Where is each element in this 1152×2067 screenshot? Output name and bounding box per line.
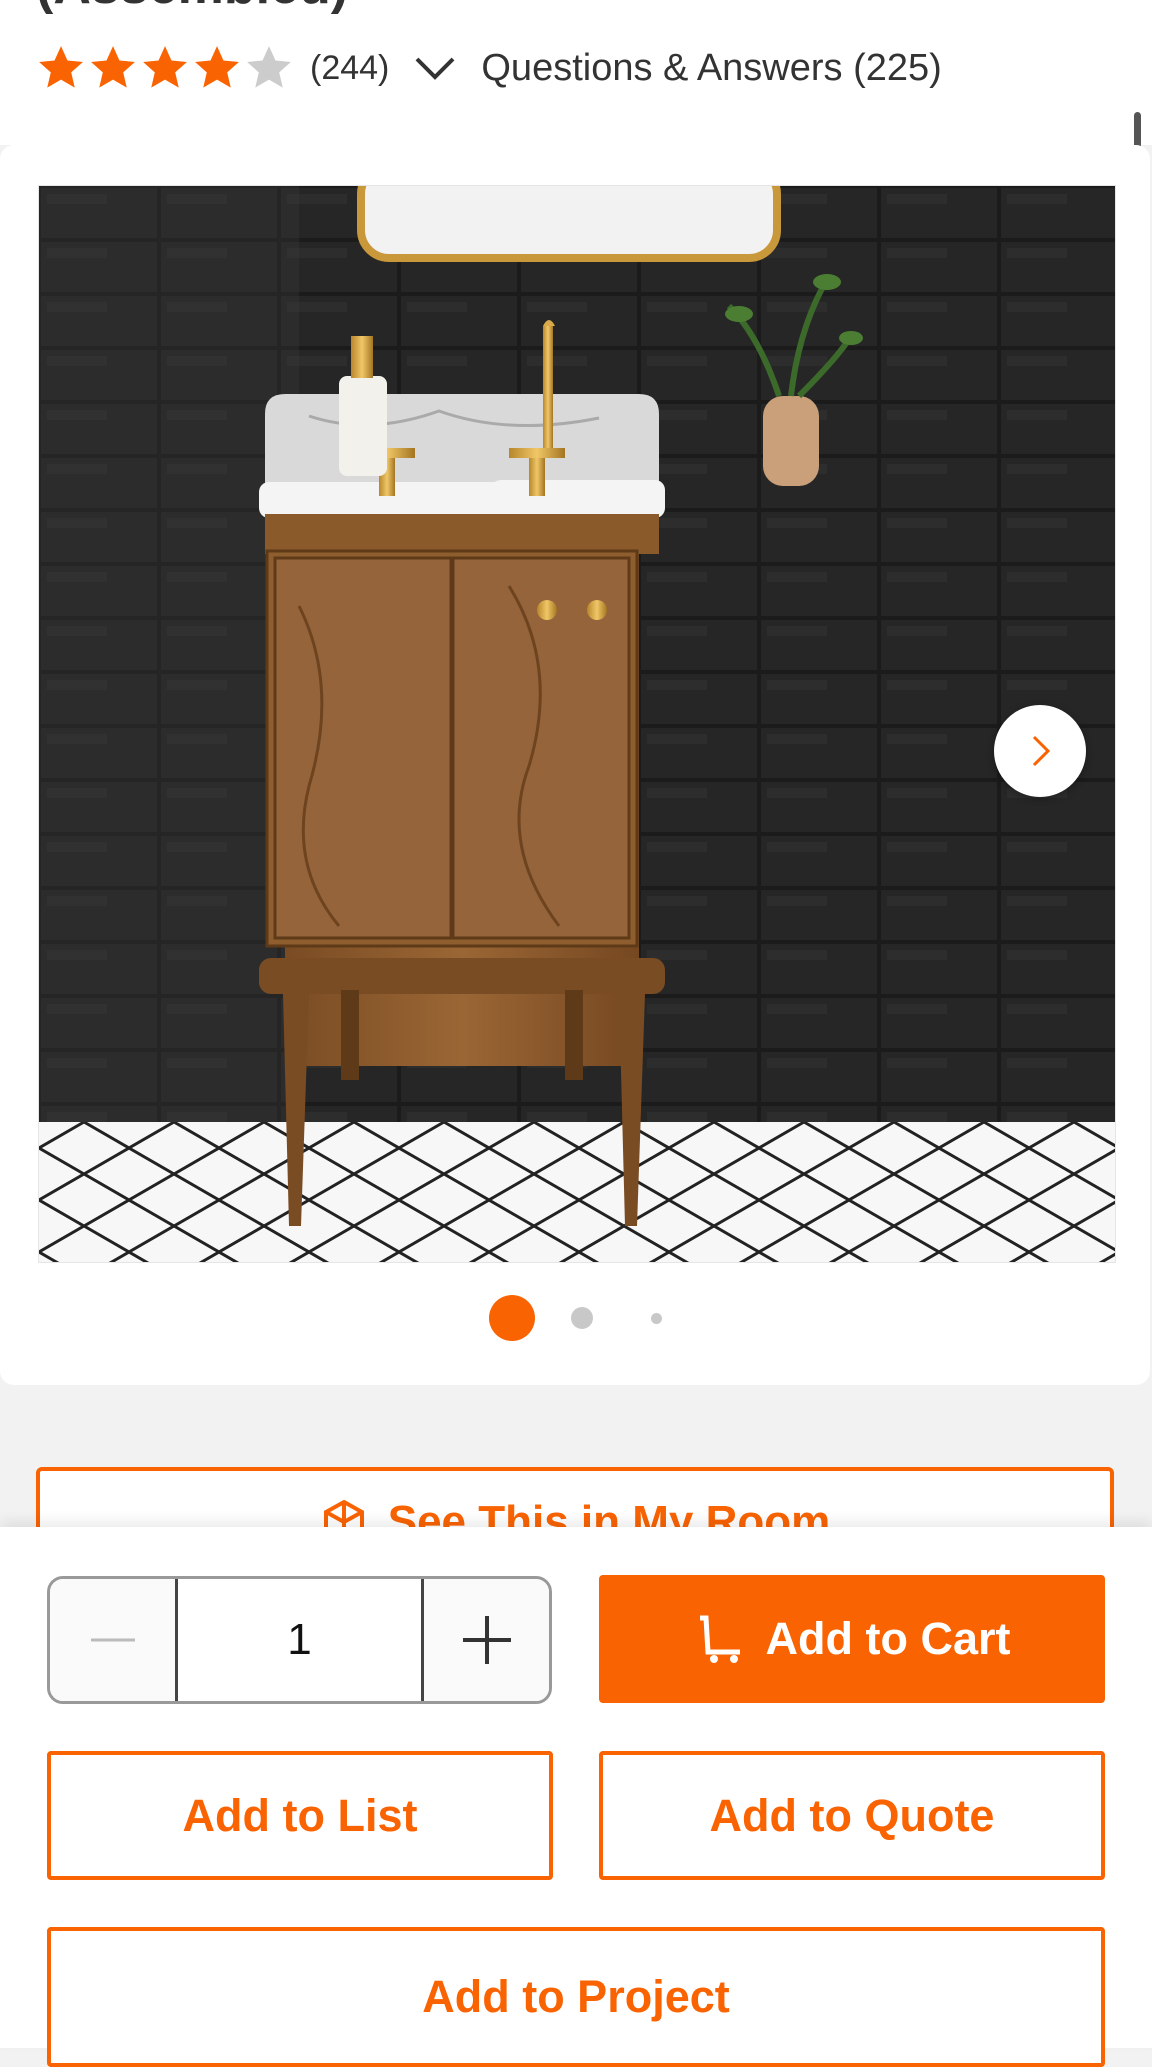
product-title: (Assembled) — [36, 0, 348, 16]
review-count[interactable]: (244) — [310, 49, 389, 88]
star-filled-icon — [143, 46, 187, 88]
rating-row: (244) Questions & Answers (225) — [36, 38, 942, 98]
gallery-pagination — [0, 1295, 1150, 1341]
gallery-next-button[interactable] — [994, 705, 1086, 797]
star-filled-icon — [91, 46, 135, 88]
add-to-list-button[interactable]: Add to List — [47, 1751, 553, 1880]
image-gallery — [0, 145, 1150, 1385]
quantity-stepper[interactable] — [47, 1576, 552, 1704]
star-filled-icon — [195, 46, 239, 88]
star-empty-icon — [247, 46, 291, 88]
add-to-cart-label: Add to Cart — [765, 1613, 1011, 1664]
decrease-quantity-button[interactable] — [50, 1579, 178, 1701]
chevron-down-icon[interactable] — [411, 44, 459, 92]
cart-icon — [699, 1615, 740, 1663]
gallery-dot[interactable] — [570, 1307, 593, 1329]
add-to-project-button[interactable]: Add to Project — [47, 1927, 1105, 2067]
add-to-quote-button[interactable]: Add to Quote — [599, 1751, 1105, 1880]
increase-quantity-button[interactable] — [421, 1579, 549, 1701]
star-filled-icon — [39, 46, 83, 88]
minus-icon — [90, 1638, 135, 1642]
product-header: (Assembled) (244) Questions & Answers (2… — [0, 0, 1152, 145]
questions-answers-link[interactable]: Questions & Answers (225) — [481, 47, 941, 90]
purchase-panel: Add to Cart Add to List Add to Quote Add… — [0, 1527, 1152, 2067]
gallery-dot[interactable] — [650, 1312, 662, 1324]
chevron-right-icon — [1032, 735, 1051, 767]
gallery-dot-active[interactable] — [488, 1295, 535, 1341]
plus-icon — [462, 1616, 511, 1664]
add-to-cart-button[interactable]: Add to Cart — [599, 1575, 1105, 1703]
quantity-input[interactable] — [178, 1579, 421, 1701]
product-image[interactable] — [38, 185, 1116, 1263]
vanity-photo — [39, 186, 1115, 1262]
star-rating[interactable] — [36, 43, 294, 93]
